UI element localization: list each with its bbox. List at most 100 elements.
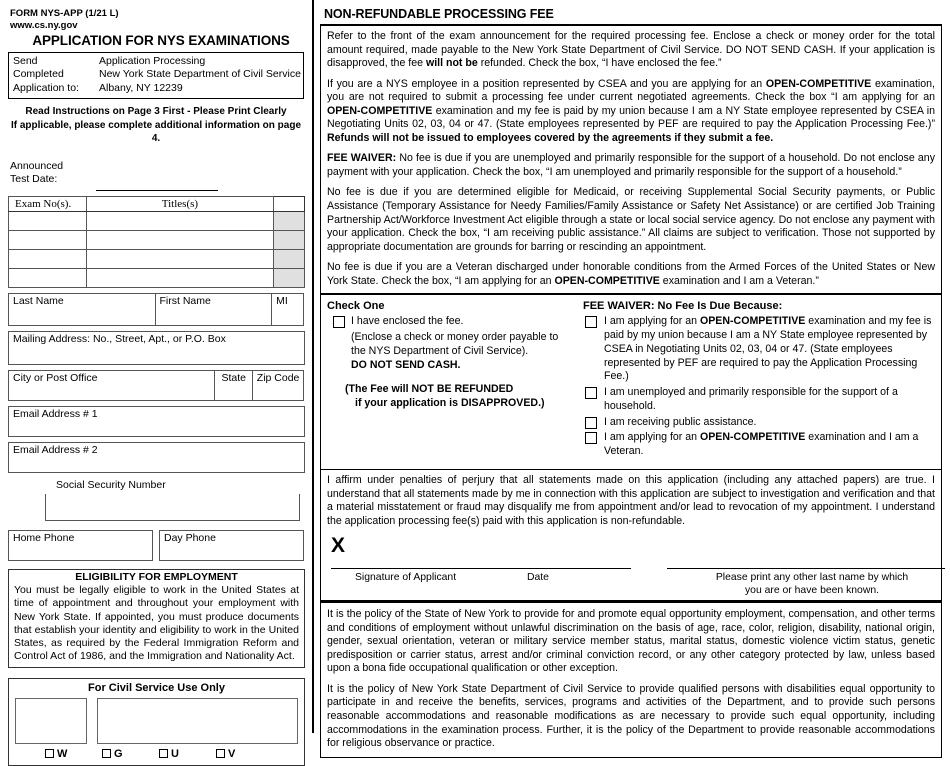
civil-service-title: For Civil Service Use Only [88, 681, 225, 694]
signature-input-line[interactable] [331, 568, 631, 570]
checkbox-icon[interactable] [216, 749, 225, 759]
refund-warning-line2: if your application is DISAPPROVED.) [355, 397, 545, 410]
eligibility-title: ELIGIBILITY FOR EMPLOYMENT [75, 570, 238, 583]
fee-waiver-title: FEE WAIVER: No Fee Is Due Because: [583, 300, 783, 313]
state-field[interactable]: State [214, 369, 254, 401]
affirmation-text: I affirm under penalties of perjury that… [327, 473, 935, 527]
checkbox-icon[interactable] [585, 316, 597, 329]
fee-waiver-group: FEE WAIVER: No Fee Is Due Because: I am … [579, 300, 935, 461]
column-header-exam-no: Exam No(s). [8, 195, 87, 212]
middle-initial-field[interactable]: MI [271, 292, 304, 326]
first-name-field[interactable]: First Name [154, 292, 273, 326]
other-name-label-line2: you are or have been known. [744, 585, 879, 597]
fee-instructions-section: Refer to the front of the exam announcem… [320, 24, 942, 296]
checkbox-selection-area: Check One I have enclosed the fee. (Encl… [320, 295, 942, 470]
checkbox-item-w[interactable]: W [45, 748, 102, 760]
eeo-policy-section: It is the policy of the State of New Yor… [320, 601, 942, 758]
instructions-line-2: If applicable, please complete additiona… [10, 119, 302, 145]
waiver-option-unemployed[interactable]: I am unemployed and primarily responsibl… [583, 386, 935, 414]
waiver-option-public-assistance[interactable]: I am receiving public assistance. [583, 416, 935, 430]
signature-area: X Signature of Applicant Date Please pri… [327, 535, 945, 597]
checkbox-icon[interactable] [45, 749, 54, 759]
other-name-input-line[interactable] [667, 568, 945, 570]
waiver-option-label: I am applying for an OPEN-COMPETITIVE ex… [604, 431, 919, 458]
signature-label: Signature of Applicant [355, 572, 457, 584]
checkbox-icon[interactable] [102, 749, 111, 759]
send-value: New York State Department of Civil Servi… [99, 68, 301, 81]
other-name-label-line1: Please print any other last name by whic… [715, 572, 909, 584]
email-1-field[interactable]: Email Address # 1 [8, 405, 305, 437]
form-identifier: FORM NYS-APP (1/21 L) [10, 8, 119, 19]
eligibility-body: You must be legally eligible to work in … [14, 584, 299, 663]
send-row: Send Application Processing [13, 55, 299, 68]
announced-test-date-input[interactable] [96, 189, 218, 191]
send-row: Completed New York State Department of C… [13, 68, 301, 81]
waiver-option-label: I am unemployed and primarily responsibl… [604, 386, 898, 412]
send-row: Application to: Albany, NY 12239 [13, 82, 299, 95]
mailing-address-field[interactable]: Mailing Address: No., Street, Apt., or P… [8, 330, 305, 365]
shaded-cell [273, 267, 305, 288]
fee-paragraph: FEE WAIVER: No fee is due if you are une… [327, 152, 935, 178]
send-value: Application Processing [99, 54, 206, 67]
shaded-cell [273, 248, 305, 269]
table-row [8, 229, 305, 250]
day-phone-field[interactable]: Day Phone [159, 529, 304, 561]
announced-test-date: Announced Test Date: [8, 160, 304, 194]
name-field-row: Last Name First Name MI [8, 292, 304, 326]
waiver-option-veteran[interactable]: I am applying for an OPEN-COMPETITIVE ex… [583, 431, 935, 459]
form-page: FORM NYS-APP (1/21 L) www.cs.ny.gov APPL… [0, 0, 950, 766]
date-label: Date [527, 572, 549, 584]
last-name-field[interactable]: Last Name [8, 292, 156, 326]
fee-paragraph: No fee is due if you are determined elig… [327, 186, 935, 253]
title-cell[interactable] [85, 267, 275, 288]
title-cell[interactable] [85, 229, 275, 250]
mailing-instructions-box: Send Application Processing Completed Ne… [8, 51, 304, 100]
fee-paragraph: If you are a NYS employee in a position … [327, 77, 936, 144]
email-2-field[interactable]: Email Address # 2 [8, 441, 305, 473]
exam-no-cell[interactable] [8, 229, 87, 250]
send-label: Application to: [13, 81, 79, 94]
right-column: NON-REFUNDABLE PROCESSING FEE Refer to t… [314, 0, 950, 758]
agency-website: www.cs.ny.gov [10, 19, 78, 31]
instructions-line-1: Read Instructions on Page 3 First - Plea… [25, 106, 287, 118]
enclosed-fee-label: I have enclosed the fee. [351, 315, 464, 328]
zip-code-field[interactable]: Zip Code [252, 369, 304, 401]
title-cell[interactable] [85, 248, 275, 269]
checkbox-icon[interactable] [159, 749, 168, 759]
checkbox-icon[interactable] [585, 416, 597, 429]
send-value: Albany, NY 12239 [99, 81, 183, 94]
announced-label-line1: Announced [10, 159, 64, 172]
home-phone-field[interactable]: Home Phone [8, 529, 153, 561]
ssn-field-group: Social Security Number [8, 479, 304, 524]
other-name-label: Please print any other last name by whic… [677, 571, 947, 597]
enclosed-fee-sub-1: (Enclose a check or money order payable … [351, 331, 559, 344]
checkbox-label: U [171, 747, 179, 760]
checkbox-item-v[interactable]: V [216, 748, 273, 760]
exam-no-cell[interactable] [8, 267, 87, 288]
checkbox-item-u[interactable]: U [159, 748, 216, 760]
exam-no-cell[interactable] [8, 210, 87, 231]
table-header-row: Exam No(s). Titles(s) [8, 195, 305, 212]
refund-warning: (The Fee will NOT BE REFUNDED if your ap… [345, 383, 579, 411]
checkbox-item-g[interactable]: G [102, 748, 159, 760]
ssn-input[interactable] [45, 493, 300, 521]
checkbox-icon[interactable] [585, 387, 597, 400]
policy-paragraph: It is the policy of New York State Depar… [327, 682, 935, 750]
civil-service-small-box[interactable] [15, 697, 87, 744]
waiver-option-csea-union[interactable]: I am applying for an OPEN-COMPETITIVE ex… [583, 315, 935, 384]
announced-label-line2: Test Date: [10, 173, 58, 186]
city-field[interactable]: City or Post Office [8, 369, 216, 401]
enclosed-fee-option[interactable]: I have enclosed the fee. [327, 315, 579, 329]
checkbox-label: W [57, 747, 68, 760]
checkbox-icon[interactable] [585, 432, 597, 445]
eligibility-section: ELIGIBILITY FOR EMPLOYMENT You must be l… [8, 568, 305, 668]
ssn-label: Social Security Number [56, 478, 166, 491]
check-one-title: Check One [327, 300, 385, 313]
exam-no-cell[interactable] [8, 248, 87, 269]
title-cell[interactable] [85, 210, 275, 231]
civil-service-large-box[interactable] [97, 697, 298, 744]
fee-paragraph: No fee is due if you are a Veteran disch… [327, 261, 935, 287]
checkbox-icon[interactable] [333, 316, 345, 329]
civil-service-boxes [15, 697, 298, 744]
